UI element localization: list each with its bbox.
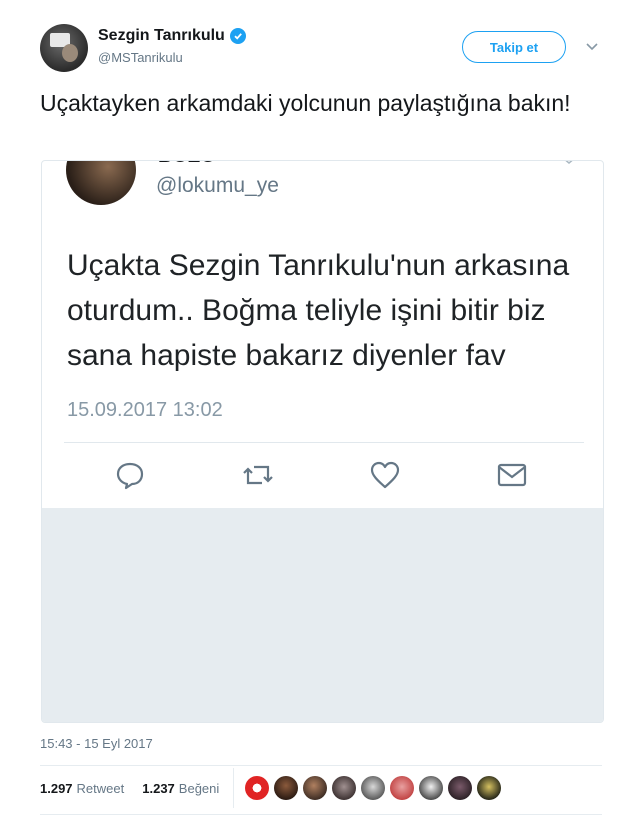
embedded-chevron-icon	[565, 161, 573, 164]
embedded-divider	[64, 442, 584, 443]
like-icon	[370, 461, 400, 489]
tweet-stats: 1.297 Retweet 1.237 Beğeni	[40, 781, 219, 796]
tweet-timestamp[interactable]: 15:43 - 15 Eyl 2017	[40, 736, 153, 751]
divider-top	[40, 765, 602, 766]
divider-bottom	[40, 814, 602, 815]
liker-avatar[interactable]	[477, 776, 501, 800]
embedded-author-name: BOZO	[158, 161, 216, 168]
retweet-icon	[243, 465, 273, 485]
liker-avatar[interactable]	[448, 776, 472, 800]
embedded-avatar	[66, 161, 136, 205]
embedded-empty-area	[42, 508, 603, 722]
like-label[interactable]: Beğeni	[179, 781, 219, 796]
liker-avatar[interactable]	[303, 776, 327, 800]
liker-avatars	[245, 776, 501, 800]
author-handle[interactable]: @MSTanrikulu	[98, 50, 183, 65]
message-icon	[497, 463, 527, 487]
author-avatar[interactable]	[40, 24, 88, 72]
author-name[interactable]: Sezgin Tanrıkulu	[98, 27, 225, 45]
reply-icon	[116, 462, 144, 490]
follow-button[interactable]: Takip et	[462, 31, 566, 63]
tweet-text: Uçaktayken arkamdaki yolcunun paylaştığı…	[40, 90, 571, 116]
embedded-screenshot-card[interactable]: BOZO @lokumu_ye Uçakta Sezgin Tanrıkulu'…	[41, 160, 604, 723]
retweet-count[interactable]: 1.297	[40, 781, 73, 796]
retweet-label[interactable]: Retweet	[77, 781, 125, 796]
liker-avatar[interactable]	[361, 776, 385, 800]
liker-avatar[interactable]	[390, 776, 414, 800]
liker-avatar[interactable]	[419, 776, 443, 800]
stats-separator	[233, 768, 234, 808]
embedded-author-handle: @lokumu_ye	[156, 174, 279, 197]
verified-badge-icon	[229, 28, 246, 44]
like-count[interactable]: 1.237	[142, 781, 175, 796]
embedded-tweet-date: 15.09.2017 13:02	[67, 399, 223, 421]
embedded-tweet-text: Uçakta Sezgin Tanrıkulu'nun arkasına otu…	[67, 249, 570, 372]
avatar-head	[62, 44, 78, 62]
tweet-header: Sezgin Tanrıkulu @MSTanrikulu Takip et	[0, 0, 642, 90]
author-name-row[interactable]: Sezgin Tanrıkulu	[98, 27, 246, 45]
liker-avatar[interactable]	[274, 776, 298, 800]
chevron-down-icon[interactable]	[586, 42, 598, 52]
liker-avatar[interactable]	[245, 776, 269, 800]
liker-avatar[interactable]	[332, 776, 356, 800]
